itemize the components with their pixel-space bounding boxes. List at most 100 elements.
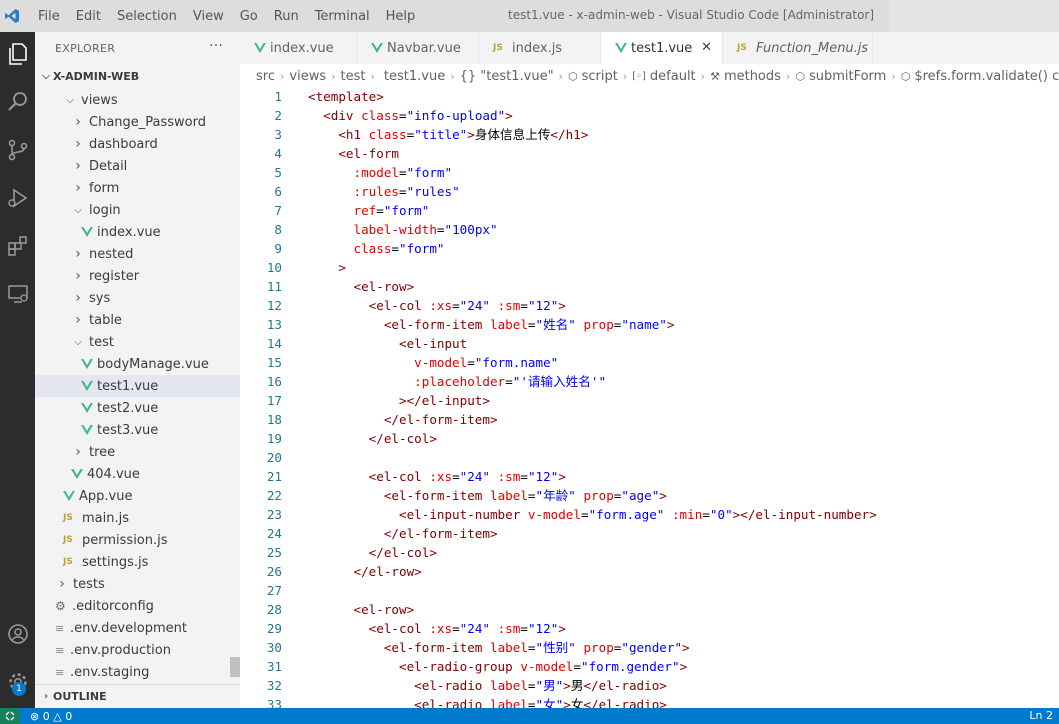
menu-view[interactable]: View [185,9,232,24]
code-token: 男 [570,678,584,693]
code-token: <el-row> [308,602,415,617]
file-tree-item[interactable]: ≡ .env.development [35,617,240,639]
breadcrumb-item[interactable]: submitForm [809,69,886,84]
vue-file-icon [81,425,93,435]
file-tree-item[interactable]: ⌵ views [35,89,240,111]
line-number: 30 [266,640,282,655]
menu-terminal[interactable]: Terminal [307,9,378,24]
breadcrumb-item[interactable]: test1.vue [384,69,445,84]
variable-icon: [◦] [632,70,646,82]
remote-explorer-icon[interactable] [0,274,35,314]
breadcrumb-item[interactable]: script [582,69,618,84]
file-tree-item[interactable]: › nested [35,243,240,265]
file-tree-item[interactable]: › tests [35,573,240,595]
breadcrumb-item[interactable]: default [650,69,696,84]
tab-index-js[interactable]: JS index.js [479,32,601,64]
more-actions-icon[interactable]: ··· [209,38,223,54]
outline-section[interactable]: › OUTLINE [35,684,240,708]
file-tree-item[interactable]: App.vue [35,485,240,507]
vue-file-icon [71,469,83,479]
file-tree-item[interactable]: 404.vue [35,463,240,485]
file-tree-item[interactable]: test3.vue [35,419,240,441]
menu-go[interactable]: Go [232,9,266,24]
code-editor[interactable]: 1 <template> 2 <div class="info-upload"> 3 … [240,88,1059,708]
vue-file-icon [615,43,627,53]
code-token: "info-upload" [406,108,506,123]
breadcrumb-item[interactable]: $refs.form.validate() callback [914,69,1059,84]
file-tree-item[interactable]: › form [35,177,240,199]
code-token: > [563,697,571,708]
file-tree-item[interactable]: test1.vue [35,375,240,397]
file-tree-item[interactable]: › tree [35,441,240,463]
code-token: </el-form-item> [308,526,498,541]
code-token: 女 [570,697,584,708]
file-tree-item[interactable]: JS settings.js [35,551,240,573]
code-token: "age" [621,488,660,503]
tab-label: Function_Menu.js [756,40,869,56]
code-token: :model [308,165,399,180]
chevron-right-icon: › [785,69,791,83]
menu-run[interactable]: Run [266,9,307,24]
menu-help[interactable]: Help [378,9,424,24]
code-token: > [308,260,346,275]
search-icon[interactable] [0,82,35,122]
code-line: 2 <div class="info-upload"> [240,106,1059,125]
title-bar: File Edit Selection View Go Run Terminal… [0,0,1059,32]
file-tree-item[interactable]: › sys [35,287,240,309]
code-line: 24 </el-form-item> [240,524,1059,543]
file-tree-item[interactable]: › Change_Password [35,111,240,133]
vue-logo-shape [81,227,93,237]
menu-edit[interactable]: Edit [68,9,109,24]
workspace-root[interactable]: ⌵ X-ADMIN-WEB [35,65,240,87]
file-tree-item[interactable]: test2.vue [35,397,240,419]
code-token: > [558,621,566,636]
line-number: 32 [266,678,282,693]
accounts-icon[interactable] [0,614,35,654]
close-icon[interactable]: ✕ [701,40,712,55]
file-tree-item[interactable]: ⌵ test [35,331,240,353]
tab-test1-vue[interactable]: test1.vue ✕ [601,32,723,64]
file-tree-item[interactable]: JS permission.js [35,529,240,551]
warning-icon: △ [53,709,62,723]
file-tree-item[interactable]: bodyManage.vue [35,353,240,375]
file-tree-item[interactable]: JS main.js [35,507,240,529]
chevron-right-icon: › [700,69,706,83]
file-tree-item[interactable]: ⚙ .editorconfig [35,595,240,617]
tab-function-menu-js[interactable]: JS Function_Menu.js [723,32,873,64]
file-tree-item[interactable]: ⌵ login [35,199,240,221]
breadcrumb-item[interactable]: methods [724,69,781,84]
sidebar-scrollbar[interactable] [230,657,240,677]
file-tree-item[interactable]: › table [35,309,240,331]
tab-index-vue[interactable]: index.vue [240,32,357,64]
menu-file[interactable]: File [30,9,68,24]
extensions-icon[interactable] [0,226,35,266]
file-tree-item[interactable]: index.vue [35,221,240,243]
outline-label: OUTLINE [53,690,107,703]
code-token: "'请输入姓名'" [512,374,607,389]
file-tree-item[interactable]: › dashboard [35,133,240,155]
breadcrumb-item[interactable]: src [256,69,275,84]
breadcrumb-item[interactable]: views [289,69,326,84]
source-control-icon[interactable] [0,130,35,170]
breadcrumb-item[interactable]: {} "test1.vue" [460,69,554,84]
explorer-icon[interactable] [0,34,35,74]
code-token: > [558,469,566,484]
run-debug-icon[interactable] [0,178,35,218]
chevron-right-icon: › [75,290,81,306]
remote-indicator-icon[interactable] [0,708,20,724]
menu-selection[interactable]: Selection [109,9,185,24]
problems-indicator[interactable]: ⊗ 0 △ 0 [30,710,72,723]
file-tree-item[interactable]: › register [35,265,240,287]
file-tree-label: bodyManage.vue [97,356,209,372]
code-line: 33 <el-radio label="女">女</el-radio> [240,695,1059,708]
cursor-position[interactable]: Ln 2 [1029,709,1053,722]
gear-icon: ⚙ [55,599,66,613]
vue-file-icon [81,381,93,391]
breadcrumb-item[interactable]: test [341,69,366,84]
code-token: = [520,469,528,484]
file-tree-item[interactable]: ≡ .env.staging [35,661,240,683]
file-tree-item[interactable]: › Detail [35,155,240,177]
file-tree-item[interactable]: ≡ .env.production [35,639,240,661]
text-file-icon: ≡ [55,665,65,679]
tab-navbar-vue[interactable]: Navbar.vue [357,32,479,64]
